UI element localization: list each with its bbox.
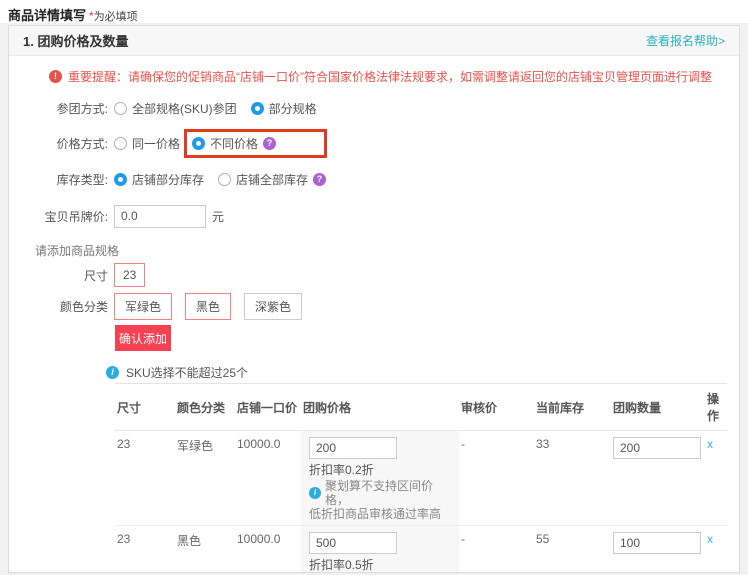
signup-help-link[interactable]: 查看报名帮助>	[646, 32, 725, 49]
group-price-input[interactable]	[309, 532, 397, 554]
radio-label: 店铺全部库存	[236, 171, 308, 188]
radio-unselected-icon[interactable]	[114, 137, 127, 150]
cell-actions: x	[705, 431, 727, 526]
radio-selected-icon[interactable]	[192, 137, 205, 150]
color-label: 颜色分类	[9, 298, 114, 315]
price-mode-label: 价格方式:	[9, 135, 114, 152]
info-icon: i	[106, 366, 119, 379]
page-title: 商品详情填写	[8, 8, 86, 23]
sku-limit-text: SKU选择不能超过25个	[126, 364, 248, 381]
color-option-army-green[interactable]: 军绿色	[114, 293, 172, 320]
size-value-box[interactable]: 23	[114, 263, 145, 287]
radio-selected-icon[interactable]	[114, 173, 127, 186]
warning-text: 重要提醒：请确保您的促销商品“店铺一口价”符合国家价格法律法规要求，如需调整请返…	[68, 68, 712, 85]
delete-row-link[interactable]: x	[707, 532, 713, 546]
group-qty-input[interactable]	[613, 532, 701, 554]
price-tip: i 聚划算不支持区间价格，	[309, 479, 451, 507]
stock-type-row: 库存类型: 店铺部分库存 店铺全部库存 ?	[9, 168, 739, 190]
size-row: 尺寸 23	[9, 262, 739, 288]
stock-type-label: 库存类型:	[9, 171, 114, 188]
cell-current-stock: 55	[534, 526, 611, 574]
cell-actions: x	[705, 526, 727, 574]
radio-unselected-icon[interactable]	[114, 102, 127, 115]
price-mode-row: 价格方式: 同一价格 不同价格 ?	[9, 132, 739, 154]
radio-label: 不同价格	[210, 135, 258, 152]
cell-shop-price: 10000.0	[235, 431, 301, 526]
price-mode-help-icon[interactable]: ?	[263, 137, 276, 150]
section-title: 1. 团购价格及数量	[23, 31, 128, 50]
cell-size: 23	[115, 526, 175, 574]
join-mode-option-partial[interactable]: 部分规格	[251, 100, 317, 117]
tag-price-row: 宝贝吊牌价: 元	[9, 204, 739, 228]
header-group-qty: 团购数量	[611, 384, 705, 431]
tag-price-input[interactable]	[114, 205, 206, 228]
group-buy-panel: 1. 团购价格及数量 查看报名帮助> ! 重要提醒：请确保您的促销商品“店铺一口…	[8, 25, 740, 573]
cell-current-stock: 33	[534, 431, 611, 526]
price-mode-option-different[interactable]: 不同价格	[192, 135, 258, 152]
cell-group-price: 折扣率0.2折 i 聚划算不支持区间价格， 低折扣商品审核通过率高	[301, 431, 459, 526]
cell-group-price: 折扣率0.5折 i 聚划算不支持区间价格， 低折扣商品审核通过率高	[301, 526, 459, 574]
table-row: 23 黑色 10000.0 折扣率0.5折 i 聚划算不支持区间价格， 低折扣商…	[115, 526, 727, 574]
delete-row-link[interactable]: x	[707, 437, 713, 451]
radio-label: 全部规格(SKU)参团	[132, 100, 237, 117]
warning-icon: !	[49, 70, 62, 83]
group-qty-input[interactable]	[613, 437, 701, 459]
header-color: 颜色分类	[175, 384, 235, 431]
header-size: 尺寸	[115, 384, 175, 431]
page-header: 商品详情填写*为必填项	[0, 0, 748, 23]
header-shop-price: 店铺一口价	[235, 384, 301, 431]
spec-section-title: 请添加商品规格	[35, 242, 739, 257]
cell-audit-price: -	[459, 526, 534, 574]
size-label: 尺寸	[9, 267, 114, 284]
price-law-warning: ! 重要提醒：请确保您的促销商品“店铺一口价”符合国家价格法律法规要求，如需调整…	[49, 68, 739, 84]
table-row: 23 军绿色 10000.0 折扣率0.2折 i 聚划算不支持区间价格， 低折扣…	[115, 431, 727, 526]
tag-price-unit: 元	[212, 208, 224, 225]
radio-label: 部分规格	[269, 100, 317, 117]
stock-type-option-all[interactable]: 店铺全部库存	[218, 171, 308, 188]
section-header: 1. 团购价格及数量 查看报名帮助>	[9, 26, 739, 56]
color-option-black[interactable]: 黑色	[185, 293, 231, 320]
table-header-row: 尺寸 颜色分类 店铺一口价 团购价格 审核价 当前库存 团购数量 操作	[115, 384, 727, 431]
discount-note: 折扣率0.5折	[309, 558, 451, 572]
radio-unselected-icon[interactable]	[218, 173, 231, 186]
sku-limit-note: i SKU选择不能超过25个	[106, 365, 739, 379]
color-row: 颜色分类 军绿色 黑色 深紫色	[9, 293, 739, 319]
tag-price-label: 宝贝吊牌价:	[9, 208, 114, 225]
confirm-add-button[interactable]: 确认添加	[115, 325, 171, 351]
highlight-box: 不同价格 ?	[184, 129, 327, 158]
join-mode-option-all-sku[interactable]: 全部规格(SKU)参团	[114, 100, 237, 117]
stock-type-help-icon[interactable]: ?	[313, 173, 326, 186]
radio-selected-icon[interactable]	[251, 102, 264, 115]
cell-color: 军绿色	[175, 431, 235, 526]
cell-size: 23	[115, 431, 175, 526]
required-note: 为必填项	[94, 11, 138, 23]
join-mode-row: 参团方式: 全部规格(SKU)参团 部分规格	[9, 97, 739, 119]
cell-shop-price: 10000.0	[235, 526, 301, 574]
header-actions: 操作	[705, 384, 727, 431]
header-audit-price: 审核价	[459, 384, 534, 431]
header-current-stock: 当前库存	[534, 384, 611, 431]
header-group-price: 团购价格	[301, 384, 459, 431]
stock-type-option-partial[interactable]: 店铺部分库存	[114, 171, 204, 188]
price-mode-option-same[interactable]: 同一价格	[114, 135, 180, 152]
group-price-input[interactable]	[309, 437, 397, 459]
color-option-dark-purple[interactable]: 深紫色	[244, 293, 302, 320]
join-mode-label: 参团方式:	[9, 100, 114, 117]
sku-table: 尺寸 颜色分类 店铺一口价 团购价格 审核价 当前库存 团购数量 操作 23 军…	[115, 383, 727, 573]
cell-audit-price: -	[459, 431, 534, 526]
price-tip-line2: 低折扣商品审核通过率高	[309, 507, 451, 521]
cell-group-qty	[611, 431, 705, 526]
cell-group-qty	[611, 526, 705, 574]
price-tip-line1: 聚划算不支持区间价格，	[325, 479, 451, 507]
info-icon: i	[309, 487, 321, 499]
cell-color: 黑色	[175, 526, 235, 574]
radio-label: 同一价格	[132, 135, 180, 152]
radio-label: 店铺部分库存	[132, 171, 204, 188]
discount-note: 折扣率0.2折	[309, 463, 451, 477]
